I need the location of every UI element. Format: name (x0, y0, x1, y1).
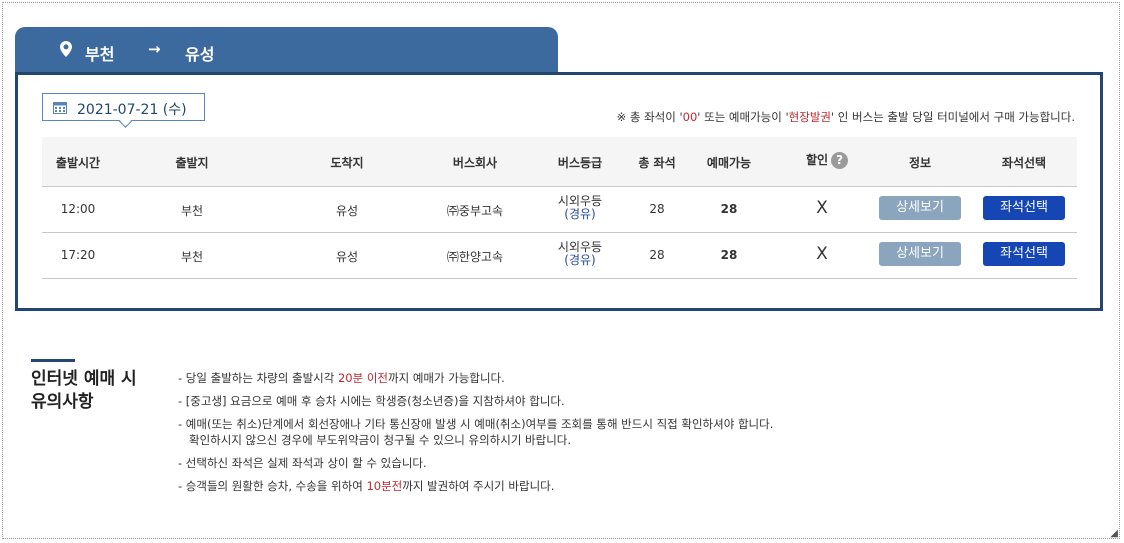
notes-title-line2: 유의사항 (31, 392, 94, 412)
note-text: - 승객들의 원활한 승차, 수송을 위하여 (178, 479, 367, 493)
header-depart-time: 출발시간 (55, 156, 101, 170)
help-icon[interactable]: ? (831, 152, 849, 169)
table-row: 17:20 부천 유성 ㈜한양고속 시외우등 (경유) 28 28 X 상세보기… (42, 233, 1077, 279)
detail-button[interactable]: 상세보기 (879, 196, 961, 220)
header-info: 정보 (908, 156, 932, 170)
list-item: - 예매(또는 취소)단계에서 회선장애나 기타 통신장애 발생 시 예매(취소… (178, 416, 773, 448)
row-grade: 시외우등 (경유) (540, 195, 620, 221)
row-total-seats: 28 (649, 248, 665, 262)
resize-handle-icon[interactable]: ◢ (1110, 528, 1118, 539)
detail-button[interactable]: 상세보기 (879, 242, 961, 266)
row-origin: 부천 (180, 250, 204, 264)
note-text: - [중고생] 요금으로 예매 후 승차 시에는 학생증(청소년증)을 지참하셔… (178, 394, 565, 408)
row-total-seats: 28 (649, 202, 665, 216)
row-available: 28 (720, 248, 738, 262)
row-grade-route: (경유) (564, 207, 596, 221)
notes-title: 인터넷 예매 시 유의사항 (31, 368, 171, 414)
header-discount: 할인? (782, 151, 872, 169)
header-origin: 출발지 (175, 156, 209, 170)
list-item: - [중고생] 요금으로 예매 후 승차 시에는 학생증(청소년증)을 지참하셔… (178, 393, 773, 409)
list-item: - 승객들의 원활한 승차, 수송을 위하여 10분전까지 발권하여 주시기 바… (178, 478, 773, 494)
row-grade-label: 시외우등 (557, 240, 603, 254)
date-label: 2021-07-21 (수) (77, 102, 187, 118)
calendar-icon (53, 101, 67, 118)
notes-title-line1: 인터넷 예매 시 (31, 369, 137, 389)
row-company: ㈜중부고속 (446, 204, 504, 218)
header-company: 버스회사 (452, 156, 498, 170)
header-discount-label: 할인 (805, 153, 829, 167)
route-destination: 유성 (185, 45, 215, 64)
route-tab: 부천 → 유성 (15, 27, 558, 75)
row-company: ㈜한양고속 (446, 250, 504, 264)
row-grade-label: 시외우등 (557, 194, 603, 208)
row-discount: X (816, 244, 828, 264)
header-available: 예매가능 (706, 156, 752, 170)
notes-accent-bar (31, 359, 75, 362)
row-destination: 유성 (335, 204, 359, 218)
row-grade: 시외우등 (경유) (540, 241, 620, 267)
note-text: - 당일 출발하는 차량의 출발시각 (178, 371, 338, 385)
row-available: 28 (720, 202, 738, 216)
note-highlight: 10분전 (366, 479, 403, 493)
notice-onsite: 현장발권 (788, 110, 831, 124)
note-text: - 선택하신 좌석은 실제 좌석과 상이 할 수 있습니다. (178, 456, 427, 470)
seat-notice: ※ 총 좌석이 '00' 또는 예매가능이 '현장발권' 인 버스는 출발 당일… (617, 109, 1075, 125)
note-text: 확인하시지 않으신 경우에 부도위약금이 청구될 수 있으니 유의하시기 바랍니… (189, 433, 572, 447)
header-seat-select: 좌석선택 (1001, 156, 1047, 170)
notice-text: ※ 총 좌석이 ' (616, 110, 683, 124)
note-text: 까지 예매가 가능합니다. (388, 371, 505, 385)
seat-select-button[interactable]: 좌석선택 (983, 242, 1065, 266)
header-destination: 도착지 (330, 156, 364, 170)
row-origin: 부천 (180, 204, 204, 218)
header-grade: 버스등급 (557, 156, 603, 170)
row-grade-route: (경유) (564, 253, 596, 267)
row-destination: 유성 (335, 250, 359, 264)
note-text: 까지 발권하여 주시기 바랍니다. (402, 479, 555, 493)
table-row: 12:00 부천 유성 ㈜중부고속 시외우등 (경유) 28 28 X 상세보기… (42, 187, 1077, 233)
note-text: - 예매(또는 취소)단계에서 회선장애나 기타 통신장애 발생 시 예매(취소… (178, 417, 774, 431)
table-header: 출발시간 출발지 도착지 버스회사 버스등급 총 좌석 예매가능 할인? 정보 … (42, 137, 1077, 187)
header-total-seats: 총 좌석 (638, 156, 676, 170)
notice-text-mid: ' 또는 예매가능이 ' (697, 110, 789, 124)
notice-zero: 00 (682, 110, 698, 124)
row-time: 12:00 (60, 202, 96, 216)
date-picker[interactable]: 2021-07-21 (수) (42, 93, 205, 128)
route-arrow-icon: → (148, 40, 161, 58)
location-pin-icon (60, 41, 72, 61)
list-item: - 당일 출발하는 차량의 출발시각 20분 이전까지 예매가 가능합니다. (178, 370, 773, 386)
route-origin: 부천 (85, 45, 115, 64)
notes-list: - 당일 출발하는 차량의 출발시각 20분 이전까지 예매가 가능합니다. -… (178, 370, 773, 501)
list-item: - 선택하신 좌석은 실제 좌석과 상이 할 수 있습니다. (178, 455, 773, 471)
row-time: 17:20 (60, 248, 96, 262)
notice-text-suffix: ' 인 버스는 출발 당일 터미널에서 구매 가능합니다. (830, 110, 1075, 124)
note-highlight: 20분 이전 (337, 371, 388, 385)
row-discount: X (816, 198, 828, 218)
schedule-panel: 2021-07-21 (수) ※ 총 좌석이 '00' 또는 예매가능이 '현장… (15, 72, 1103, 311)
seat-select-button[interactable]: 좌석선택 (983, 196, 1065, 220)
